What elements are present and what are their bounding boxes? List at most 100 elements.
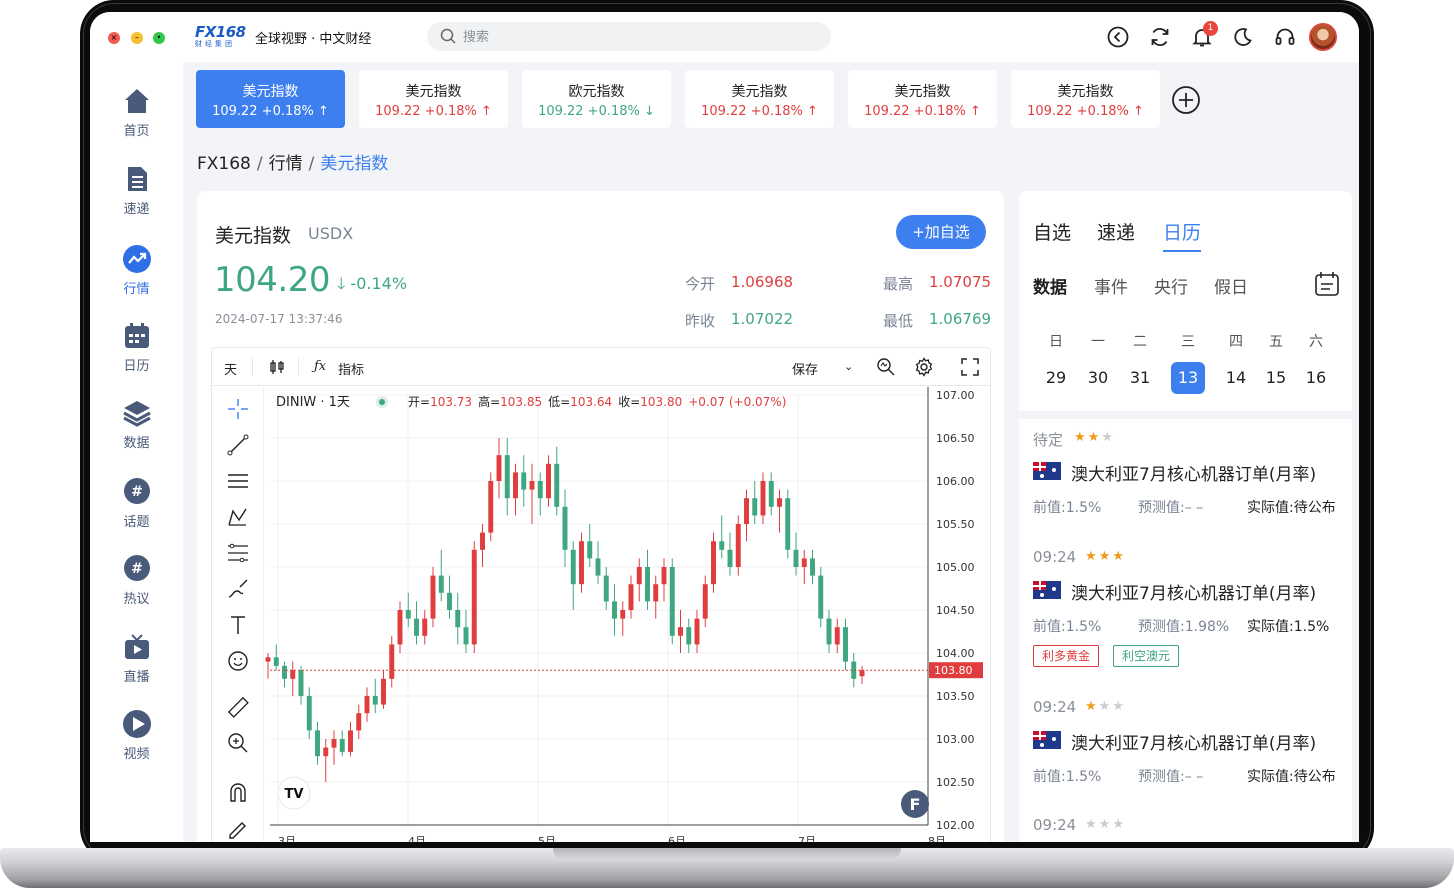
sidebar-item-news[interactable]: 速递 [90, 164, 183, 226]
subtab-holidays[interactable]: 假日 [1214, 273, 1248, 298]
ruler-icon[interactable] [226, 695, 250, 719]
event-title: 澳大利亚7月核心机器订单(月率) [1071, 465, 1317, 485]
calendar-day[interactable]: 15 [1259, 362, 1293, 394]
play-icon [122, 710, 151, 738]
interval-selector[interactable]: 天 [224, 359, 237, 378]
lock-drawing-icon[interactable] [226, 817, 250, 841]
candle-body [282, 665, 287, 679]
candle-body [661, 567, 667, 585]
fx168-logo[interactable]: FX168 财经集团 [195, 23, 246, 51]
index-tab-value: 109.22 +0.18% [1027, 104, 1129, 119]
calendar-picker-icon[interactable] [1314, 271, 1340, 297]
event-actual: 实际值:待公布 [1247, 769, 1336, 785]
emoji-icon[interactable] [226, 649, 250, 673]
candle-body [348, 730, 353, 752]
sidebar-item-market[interactable]: 行情 [90, 244, 183, 306]
sidebar-item-calendar[interactable]: 日历 [90, 321, 183, 383]
subtab-events[interactable]: 事件 [1094, 273, 1128, 298]
tab-news[interactable]: 速递 [1097, 218, 1135, 245]
breadcrumb-section[interactable]: 行情 [269, 154, 303, 174]
function-icon[interactable]: ƒx [314, 359, 326, 374]
sidebar-item-label: 话题 [123, 515, 150, 530]
refresh-icon[interactable] [1148, 25, 1172, 49]
minimize-window-button[interactable]: – [131, 32, 143, 44]
laptop-notch [553, 848, 901, 860]
symbol-code: USDX [308, 224, 354, 243]
index-tab[interactable]: 美元指数 109.22 +0.18% ↑ [1011, 70, 1160, 128]
fullscreen-icon[interactable] [960, 357, 980, 377]
sidebar-item-data[interactable]: 数据 [90, 398, 183, 460]
calendar-day[interactable]: 14 [1219, 362, 1253, 394]
horizontal-lines-icon[interactable] [226, 469, 250, 493]
brush-icon[interactable] [226, 577, 250, 601]
text-icon[interactable] [226, 613, 250, 637]
tab-calendar[interactable]: 日历 [1163, 218, 1202, 252]
weekday-label: 二 [1133, 334, 1147, 350]
x-tick-label: 7月 [798, 835, 816, 842]
sidebar-item-topics[interactable]: # 话题 [90, 477, 183, 539]
candle-body [843, 627, 848, 662]
trend-line-icon[interactable] [226, 433, 250, 457]
index-tab[interactable]: 美元指数 109.22 +0.18% ↑ [196, 70, 345, 128]
headset-icon[interactable] [1273, 25, 1297, 49]
index-tab[interactable]: 美元指数 109.22 +0.18% ↑ [685, 70, 834, 128]
weekday-label: 六 [1309, 334, 1323, 350]
candle-body [554, 463, 560, 507]
sidebar-item-video[interactable]: 视频 [90, 709, 183, 771]
sidebar-item-live[interactable]: 直播 [90, 632, 183, 694]
close-window-button[interactable]: × [108, 32, 120, 44]
status-dot-inner [379, 399, 385, 405]
star-icon: ★ [1112, 699, 1126, 714]
index-tab-name: 美元指数 [405, 84, 462, 100]
crosshair-icon[interactable] [226, 397, 250, 421]
sidebar-item-hot[interactable]: # 热议 [90, 554, 183, 616]
quick-search-icon[interactable] [876, 357, 896, 377]
calendar-day-selected[interactable]: 13 [1171, 362, 1205, 394]
back-icon[interactable] [1106, 25, 1130, 49]
index-tab[interactable]: 美元指数 109.22 +0.18% ↑ [848, 70, 997, 128]
calendar-day[interactable]: 29 [1039, 362, 1073, 394]
settings-gear-icon[interactable] [914, 357, 934, 377]
importance-stars: ★★★ [1074, 430, 1115, 445]
pattern-icon[interactable] [226, 505, 250, 529]
sidebar-item-home[interactable]: 首页 [90, 86, 183, 148]
candles-icon[interactable] [268, 358, 286, 376]
candlestick-chart[interactable]: 3月 4月 5月 6月 7月 8月 107.00 106.50 106.00 105.50 105.… [264, 387, 991, 842]
index-tab[interactable]: 美元指数 109.22 +0.18% ↑ [359, 70, 508, 128]
search-bar[interactable] [427, 22, 831, 51]
subtab-central-bank[interactable]: 央行 [1154, 273, 1188, 298]
search-input[interactable] [463, 27, 803, 47]
fib-icon[interactable] [226, 541, 250, 565]
index-tab-value: 109.22 +0.18% [538, 104, 640, 119]
add-watchlist-button[interactable]: +加自选 [896, 215, 986, 249]
prev-close-label: 昨收 [685, 312, 716, 330]
add-tab-icon[interactable] [1171, 85, 1201, 115]
event-time: 09:24 [1033, 816, 1077, 834]
save-layout-button[interactable]: 保存 [792, 359, 818, 378]
magnet-icon[interactable] [226, 781, 250, 805]
tab-watchlist[interactable]: 自选 [1033, 218, 1071, 245]
calendar-day[interactable]: 30 [1081, 362, 1115, 394]
avatar[interactable] [1309, 23, 1337, 51]
calendar-panel: 自选 速递 日历 数据 事件 央行 假日 日 一 二 三 四 五 六 29 30… [1019, 191, 1352, 842]
breadcrumb-current: 美元指数 [320, 154, 389, 174]
zoom-in-icon[interactable] [226, 731, 250, 755]
breadcrumb-root[interactable]: FX168 [197, 154, 251, 174]
star-icon: ★ [1074, 430, 1088, 445]
trend-icon [122, 245, 151, 273]
calendar-icon [124, 323, 149, 348]
candle-body [504, 455, 510, 499]
calendar-day[interactable]: 16 [1299, 362, 1333, 394]
sidebar-item-label: 直播 [123, 670, 150, 685]
dark-mode-icon[interactable] [1231, 25, 1255, 49]
indicators-button[interactable]: 指标 [338, 359, 364, 378]
candle-body [405, 610, 411, 619]
hashtag-icon: # [123, 555, 150, 581]
index-tab[interactable]: 欧元指数 109.22 +0.18% ↓ [522, 70, 671, 128]
star-icon: ★ [1085, 549, 1099, 564]
maximize-window-button[interactable]: • [153, 32, 165, 44]
subtab-data[interactable]: 数据 [1033, 273, 1067, 298]
high-value: 1.07075 [929, 273, 992, 291]
chevron-down-icon[interactable]: ⌄ [844, 360, 853, 373]
calendar-day[interactable]: 31 [1123, 362, 1157, 394]
